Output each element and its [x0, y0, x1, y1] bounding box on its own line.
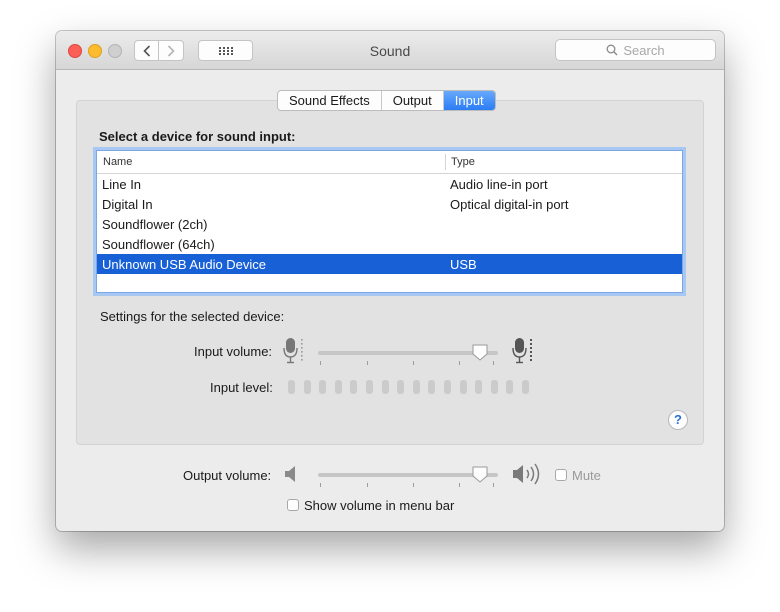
- output-volume-thumb[interactable]: [472, 466, 488, 483]
- speaker-high-icon[interactable]: [512, 463, 546, 485]
- level-segment: [334, 380, 342, 394]
- slider-tick: [367, 483, 368, 487]
- tab-sound-effects[interactable]: Sound Effects: [278, 91, 382, 110]
- speaker-low-icon[interactable]: [284, 465, 300, 483]
- device-name: Line In: [102, 177, 142, 192]
- search-field[interactable]: Search: [555, 39, 716, 61]
- device-name: Soundflower (64ch): [102, 237, 215, 252]
- mic-high-icon[interactable]: [512, 336, 534, 366]
- device-name: Soundflower (2ch): [102, 217, 208, 232]
- sound-preferences-window: Sound Search Sound Effects Output Input …: [56, 31, 724, 531]
- output-volume-label: Output volume:: [183, 468, 272, 483]
- device-type: Audio line-in port: [450, 177, 548, 192]
- slider-tick: [493, 483, 494, 487]
- mute-checkbox[interactable]: [555, 469, 567, 481]
- input-level-label: Input level:: [210, 380, 273, 395]
- device-name: Unknown USB Audio Device: [102, 257, 267, 272]
- device-name: Digital In: [102, 197, 153, 212]
- level-segment: [506, 380, 514, 394]
- device-type: USB: [450, 257, 477, 272]
- tab-output[interactable]: Output: [382, 91, 444, 110]
- table-row[interactable]: Soundflower (64ch): [97, 234, 682, 254]
- show-volume-label[interactable]: Show volume in menu bar: [304, 498, 454, 513]
- level-segment: [428, 380, 436, 394]
- input-device-table[interactable]: Name Type Line In Audio line-in port Dig…: [96, 150, 683, 293]
- level-segment: [288, 380, 295, 394]
- input-volume-track[interactable]: [318, 351, 498, 355]
- level-segment: [303, 380, 311, 394]
- table-row-selected[interactable]: Unknown USB Audio Device USB: [97, 254, 682, 274]
- slider-tick: [413, 483, 414, 487]
- title-bar: Sound Search: [56, 31, 724, 70]
- slider-tick: [320, 483, 321, 487]
- column-divider: [445, 154, 446, 170]
- table-row[interactable]: Soundflower (2ch): [97, 214, 682, 234]
- level-segment: [319, 380, 327, 394]
- slider-tick: [320, 361, 321, 365]
- slider-tick: [493, 361, 494, 365]
- slider-tick: [413, 361, 414, 365]
- level-segment: [522, 380, 529, 394]
- level-segment: [397, 380, 405, 394]
- level-segment: [444, 380, 451, 394]
- slider-tick: [459, 483, 460, 487]
- mic-low-icon[interactable]: [283, 336, 305, 366]
- settings-label: Settings for the selected device:: [100, 309, 285, 324]
- device-type: Optical digital-in port: [450, 197, 569, 212]
- table-row[interactable]: Line In Audio line-in port: [97, 174, 682, 194]
- help-button[interactable]: ?: [668, 410, 688, 430]
- output-volume-track[interactable]: [318, 473, 498, 477]
- input-volume-thumb[interactable]: [472, 344, 488, 361]
- level-segment: [475, 380, 483, 394]
- device-list-heading: Select a device for sound input:: [99, 129, 296, 144]
- level-segment: [490, 380, 498, 394]
- column-header-type[interactable]: Type: [451, 156, 475, 168]
- level-segment: [412, 380, 420, 394]
- slider-tick: [459, 361, 460, 365]
- search-placeholder: Search: [623, 42, 665, 58]
- table-header: Name Type: [97, 151, 682, 174]
- column-header-name[interactable]: Name: [103, 156, 132, 168]
- level-segment: [366, 380, 373, 394]
- tab-input[interactable]: Input: [443, 91, 495, 110]
- input-volume-label: Input volume:: [194, 344, 273, 359]
- help-icon: ?: [674, 412, 682, 427]
- level-segment: [381, 380, 389, 394]
- tab-bar: Sound Effects Output Input: [277, 90, 496, 111]
- table-row[interactable]: Digital In Optical digital-in port: [97, 194, 682, 214]
- slider-tick: [367, 361, 368, 365]
- mute-label[interactable]: Mute: [572, 468, 601, 483]
- level-segment: [350, 380, 358, 394]
- show-volume-checkbox[interactable]: [287, 499, 299, 511]
- level-segment: [459, 380, 467, 394]
- search-icon: [606, 44, 618, 56]
